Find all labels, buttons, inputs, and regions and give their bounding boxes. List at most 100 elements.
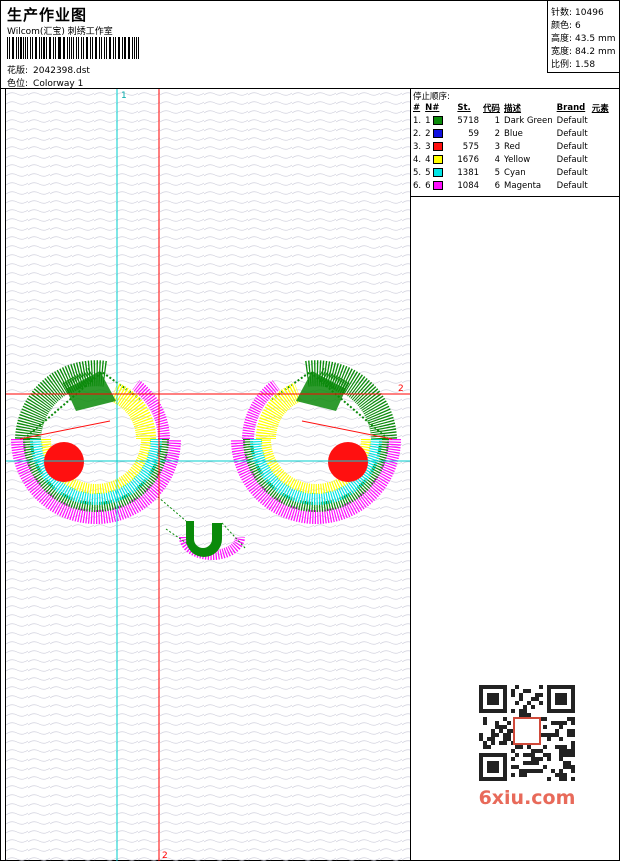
row-code: 2 [494,128,501,139]
barcode-bar [13,37,15,59]
barcode-bar [29,37,32,59]
barcode-bar [106,37,107,59]
cyan-guide-label: 1 [121,91,127,101]
barcode-bar [133,37,135,59]
stat-colors: 颜色: 6 [551,18,620,31]
row-n: 6 [423,179,455,192]
row-desc: Cyan [504,167,526,178]
barcode-bar [113,37,115,59]
table-row: 3. 3 575 3 Red Default [411,140,611,153]
row-n: 2 [423,127,455,140]
row-code: 1 [494,115,501,126]
row-n: 5 [423,166,455,179]
barcode-bar [85,37,87,59]
row-n: 3 [423,140,455,153]
barcode-bar [87,37,89,59]
barcode-bar [123,37,126,59]
barcode [7,37,141,59]
col-index: # [413,102,421,113]
col-n: N# [425,102,440,113]
barcode-bar [110,37,112,59]
barcode-bar [11,37,13,59]
color-swatch [433,141,444,151]
barcode-bar [67,37,68,59]
sheet-title: 生产作业图 [7,6,88,24]
table-row: 5. 5 1381 5 Cyan Default [411,166,611,179]
col-code: 代码 [483,103,501,114]
row-brand: Default [556,154,588,165]
colorway-line: 色位: Colorway 1 [7,76,83,89]
colorway-name: Colorway 1 [33,79,84,89]
row-brand: Default [556,128,588,139]
row-stitches: 59 [468,128,480,139]
barcode-bar [101,37,102,59]
seal-stamp [513,717,541,745]
table-row: 4. 4 1676 4 Yellow Default [411,153,611,166]
barcode-bar [71,37,73,59]
barcode-bar [48,37,50,59]
col-desc: 描述 [504,103,522,114]
row-brand: Default [556,141,588,152]
barcode-bar [7,37,9,59]
row-code: 6 [494,180,501,191]
watermark-brand: 6xiu.com [478,787,576,809]
design-line: 花版: 2042398.dst [7,63,90,76]
row-element [590,127,611,140]
stat-height: 高度: 43.5 mm [551,31,620,44]
row-code: 3 [494,141,501,152]
barcode-bar [64,37,66,59]
col-stitches: St. [457,102,471,113]
row-index: 6. [413,180,422,191]
stat-stitches: 针数: 10496 [551,5,620,18]
row-desc: Yellow [504,154,531,165]
barcode-bar [103,37,106,59]
embroidery-preview: 1 2 2 [6,89,410,861]
barcode-bar [52,37,55,59]
barcode-bar [26,37,28,59]
barcode-bar [80,37,83,59]
row-brand: Default [556,180,588,191]
color-swatch [433,154,444,164]
row-code: 4 [494,154,501,165]
barcode-bar [117,37,119,59]
barcode-bar [38,37,40,59]
barcode-bar [131,37,133,59]
barcode-bar [32,37,33,59]
barcode-bar [59,37,61,59]
design-label: 花版: [7,66,29,76]
row-index: 2. [413,128,422,139]
barcode-bar [90,37,91,59]
row-brand: Default [556,167,588,178]
row-stitches: 575 [462,141,480,152]
col-element: 元素 [591,103,609,114]
barcode-bar [36,37,37,59]
barcode-bar [57,37,59,59]
barcode-bar [50,37,51,59]
colorway-label: 色位: [7,79,29,89]
stat-value: 84.2 mm [575,47,616,57]
row-stitches: 1381 [457,167,480,178]
row-element [590,140,611,153]
row-element [590,114,611,127]
row-stitches: 1084 [457,180,480,191]
barcode-bar [78,37,79,59]
col-brand: Brand [556,102,586,113]
row-code: 5 [494,167,501,178]
red-guide-vertical-label: 2 [162,851,168,861]
row-index: 5. [413,167,422,178]
barcode-bar [62,37,64,59]
barcode-bar [121,37,123,59]
stat-label: 颜色: [551,21,573,31]
barcode-bar [129,37,130,59]
barcode-bar [34,37,36,59]
barcode-bar [83,37,84,59]
production-sheet: 生产作业图 Wilcom(汇宝) 刺绣工作室 花版: 2042398.dst 色位… [0,0,620,861]
row-desc: Dark Green [504,115,553,126]
stat-label: 比例: [551,60,573,70]
stat-value: 10496 [575,8,604,18]
table-row: 6. 6 1084 6 Magenta Default [411,179,611,192]
stat-value: 1.58 [575,60,596,70]
color-swatch [433,167,444,177]
stat-label: 宽度: [551,47,573,57]
stat-value: 43.5 mm [575,34,616,44]
